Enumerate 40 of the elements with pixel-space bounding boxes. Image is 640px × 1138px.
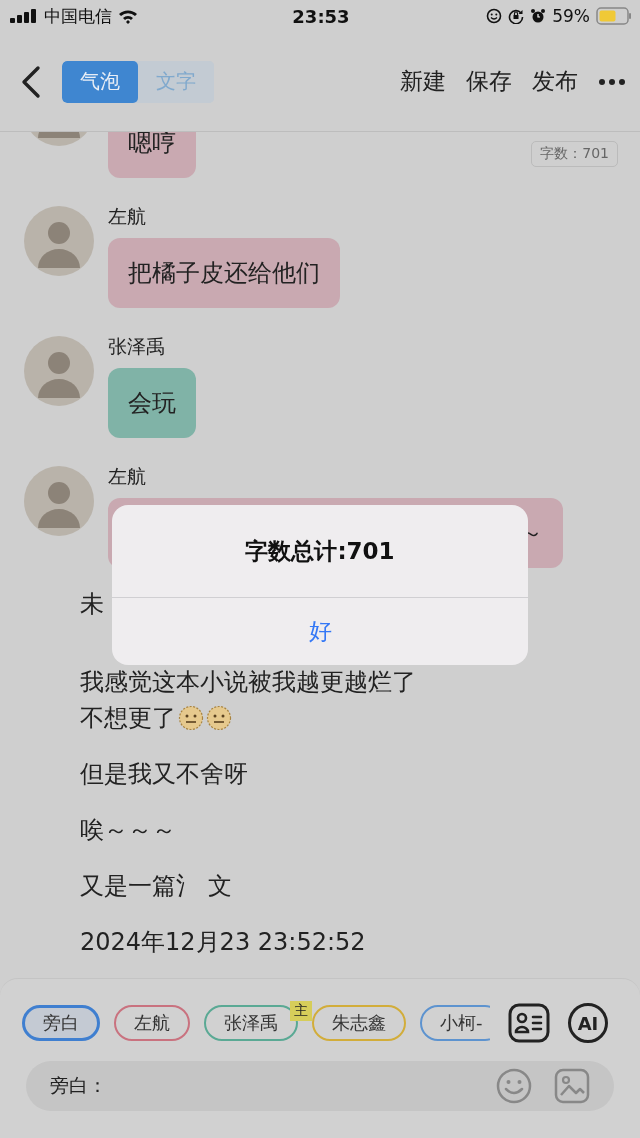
carrier-name: 中国电信 xyxy=(44,4,112,28)
more-icon[interactable] xyxy=(598,77,626,86)
contact-card-icon[interactable] xyxy=(508,1003,550,1043)
word-count-badge: 字数：701 xyxy=(531,141,618,167)
role-chip[interactable]: 朱志鑫 xyxy=(312,1005,406,1041)
smiley-icon xyxy=(486,8,503,24)
narration-text: 唉～～～ xyxy=(80,815,176,846)
battery-percent: 59% xyxy=(552,6,590,26)
rotation-lock-icon xyxy=(508,8,525,24)
signal-icon xyxy=(10,9,38,23)
role-chip[interactable]: 左航 xyxy=(114,1005,190,1041)
avatar xyxy=(24,466,94,536)
chat-bubble: 会玩 xyxy=(108,368,196,438)
header-action[interactable]: 发布 xyxy=(532,66,578,97)
neutral-face-icon xyxy=(206,705,232,731)
header-action[interactable]: 新建 xyxy=(400,66,446,97)
wifi-icon xyxy=(118,8,138,24)
avatar xyxy=(24,336,94,406)
narration-text: 2024年12月23 23:52:52 xyxy=(80,927,366,958)
narration-text: 未 xyxy=(80,589,104,620)
narration-text: 我感觉这本小说被我越更越烂了 xyxy=(80,667,416,698)
speaker-name: 左航 xyxy=(108,464,147,488)
narration-text: 又是一篇氵 文 xyxy=(80,871,232,902)
speaker-name: 左航 xyxy=(108,204,147,228)
narration-text: 不想更了 xyxy=(80,703,176,734)
battery-icon xyxy=(596,7,632,25)
role-chip[interactable]: 小柯- xyxy=(420,1005,490,1041)
header-action[interactable]: 保存 xyxy=(466,66,512,97)
alert-title: 字数总计:701 xyxy=(112,505,528,598)
neutral-face-icon xyxy=(178,705,204,731)
avatar xyxy=(24,206,94,276)
ai-button[interactable]: AI xyxy=(568,1003,608,1043)
chat-bubble: 把橘子皮还给他们 xyxy=(108,238,340,308)
alarm-icon xyxy=(530,8,547,24)
main-role-badge: 主 xyxy=(290,1001,312,1021)
clock-time: 23:53 xyxy=(292,5,350,27)
narration-text: 但是我又不舍呀 xyxy=(80,759,248,790)
back-button[interactable] xyxy=(20,64,42,99)
role-chip[interactable]: 旁白 xyxy=(22,1005,100,1041)
speaker-name: 张泽禹 xyxy=(108,334,166,358)
